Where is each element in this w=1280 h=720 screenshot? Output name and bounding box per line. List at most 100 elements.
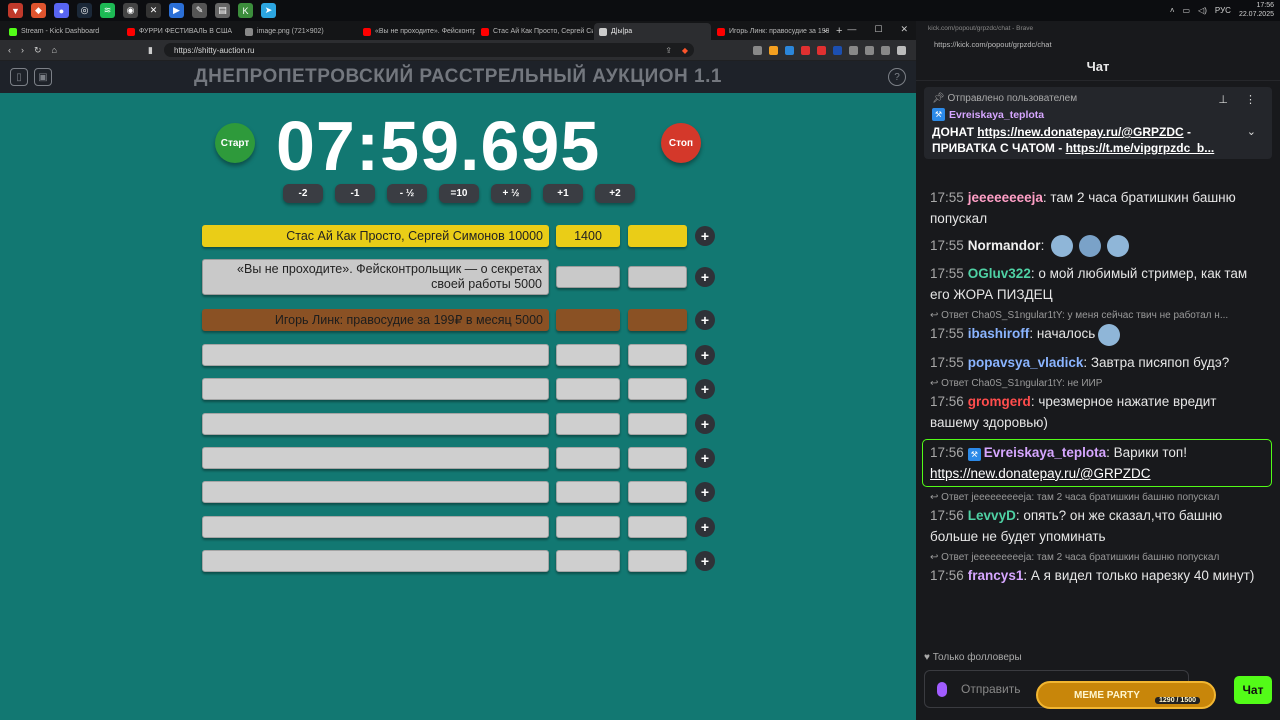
maximize-icon[interactable]: ☐ bbox=[874, 24, 882, 35]
lot-name-field[interactable]: Стас Ай Как Просто, Сергей Симонов 10000 bbox=[202, 225, 549, 247]
lot-amount-field[interactable] bbox=[556, 481, 620, 503]
back-icon[interactable]: ‹ bbox=[8, 45, 11, 55]
help-icon[interactable]: ? bbox=[888, 68, 906, 86]
profile-icon[interactable] bbox=[897, 45, 906, 55]
add-amount-button[interactable]: + bbox=[695, 310, 715, 330]
lot-amount-field[interactable]: 1400 bbox=[556, 225, 620, 247]
message-username[interactable]: francys1 bbox=[968, 568, 1024, 583]
lot-name-field[interactable] bbox=[202, 378, 549, 400]
time-step-button[interactable]: +2 bbox=[595, 184, 635, 203]
lot-name-field[interactable] bbox=[202, 447, 549, 469]
start-button[interactable]: Старт bbox=[215, 123, 255, 163]
brave-shield-icon[interactable]: ◆ bbox=[682, 46, 688, 55]
extension-icon[interactable] bbox=[753, 45, 762, 55]
extension-icon[interactable] bbox=[817, 45, 826, 55]
lot-name-field[interactable]: «Вы не проходите». Фейсконтрольщик — о с… bbox=[202, 259, 549, 295]
volume-icon[interactable]: ◁) bbox=[1198, 6, 1207, 15]
extension-icon[interactable] bbox=[849, 45, 858, 55]
home-icon[interactable]: ⌂ bbox=[52, 45, 57, 55]
extension-icon[interactable] bbox=[785, 45, 794, 55]
reply-context[interactable]: ↩ Ответ Cha0S_S1ngular1tY: не ИИР bbox=[916, 377, 1280, 391]
browser-tab[interactable]: Игорь Линк: правосудие за 199Р bbox=[712, 23, 829, 40]
unpin-icon[interactable]: ⊥ bbox=[1218, 93, 1228, 106]
lot-extra-field[interactable] bbox=[628, 481, 687, 503]
add-amount-button[interactable]: + bbox=[695, 267, 715, 287]
start-icon[interactable]: ▼ bbox=[8, 3, 23, 18]
network-icon[interactable]: ▭ bbox=[1183, 6, 1191, 15]
lot-extra-field[interactable] bbox=[628, 378, 687, 400]
lot-extra-field[interactable] bbox=[628, 309, 687, 331]
lot-amount-field[interactable] bbox=[556, 550, 620, 572]
message-username[interactable]: jeeeeeeeeja bbox=[968, 190, 1043, 205]
lot-name-field[interactable] bbox=[202, 516, 549, 538]
add-amount-button[interactable]: + bbox=[695, 448, 715, 468]
message-username[interactable]: Normandor bbox=[968, 238, 1041, 253]
lot-name-field[interactable] bbox=[202, 481, 549, 503]
time-step-button[interactable]: +1 bbox=[543, 184, 583, 203]
lot-extra-field[interactable] bbox=[628, 413, 687, 435]
app-icon[interactable]: ◉ bbox=[123, 3, 138, 18]
forward-icon[interactable]: › bbox=[21, 45, 24, 55]
message-username[interactable]: popavsya_vladick bbox=[968, 355, 1084, 370]
kick-app-icon[interactable]: K bbox=[238, 3, 253, 18]
message-username[interactable]: OGluv322 bbox=[968, 266, 1031, 281]
lot-name-field[interactable] bbox=[202, 413, 549, 435]
expand-icon[interactable]: ⌄ bbox=[1247, 125, 1256, 138]
extension-icon[interactable] bbox=[801, 45, 810, 55]
message-username[interactable]: Evreiskaya_teplota bbox=[984, 445, 1106, 460]
lot-extra-field[interactable] bbox=[628, 516, 687, 538]
extension-icon[interactable] bbox=[769, 45, 778, 55]
lot-amount-field[interactable] bbox=[556, 447, 620, 469]
pinned-user[interactable]: ⚒ Evreiskaya_teplota bbox=[932, 108, 1264, 121]
message-username[interactable]: ibashiroff bbox=[968, 326, 1030, 341]
message-username[interactable]: LevvyD bbox=[968, 508, 1016, 523]
lot-extra-field[interactable] bbox=[628, 225, 687, 247]
lot-amount-field[interactable] bbox=[556, 413, 620, 435]
discord-icon[interactable]: ● bbox=[54, 3, 69, 18]
save-icon[interactable]: ▣ bbox=[34, 68, 52, 86]
reply-context[interactable]: ↩ Ответ Cha0S_S1ngular1tY: у меня сейчас… bbox=[916, 309, 1280, 323]
keyboard-language[interactable]: РУС bbox=[1215, 6, 1231, 15]
time-step-button[interactable]: -1 bbox=[335, 184, 375, 203]
time-step-button[interactable]: - ½ bbox=[387, 184, 427, 203]
browser-tab[interactable]: Stream - Kick Dashboard bbox=[4, 23, 121, 40]
lot-name-field[interactable]: Игорь Линк: правосудие за 199₽ в месяц 5… bbox=[202, 309, 549, 331]
add-amount-button[interactable]: + bbox=[695, 517, 715, 537]
chat-url[interactable]: https://kick.com/popout/grpzdc/chat bbox=[916, 35, 1280, 53]
lot-extra-field[interactable] bbox=[628, 447, 687, 469]
minimize-icon[interactable]: — bbox=[847, 24, 856, 35]
add-amount-button[interactable]: + bbox=[695, 551, 715, 571]
time-step-button[interactable]: =10 bbox=[439, 184, 479, 203]
more-options-icon[interactable]: ⋮ bbox=[1245, 93, 1256, 106]
brave-icon[interactable]: ◆ bbox=[31, 3, 46, 18]
panel-toggle-icon[interactable]: ▯ bbox=[10, 68, 28, 86]
lot-extra-field[interactable] bbox=[628, 266, 687, 288]
add-amount-button[interactable]: + bbox=[695, 345, 715, 365]
extension-icon[interactable] bbox=[833, 45, 842, 55]
spotify-icon[interactable]: ≋ bbox=[100, 3, 115, 18]
add-amount-button[interactable]: + bbox=[695, 226, 715, 246]
share-icon[interactable]: ⇪ bbox=[665, 46, 672, 55]
telegram-icon[interactable]: ➤ bbox=[261, 3, 276, 18]
reload-icon[interactable]: ↻ bbox=[34, 45, 42, 56]
add-amount-button[interactable]: + bbox=[695, 414, 715, 434]
browser-tab[interactable]: Стас Ай Как Просто, Сергей Сим bbox=[476, 23, 593, 40]
microphone-icon[interactable] bbox=[937, 681, 947, 697]
send-chat-button[interactable]: Чат bbox=[1234, 676, 1272, 704]
lot-name-field[interactable] bbox=[202, 344, 549, 366]
browser-tab[interactable]: «Вы не проходите». Фейсконтр bbox=[358, 23, 475, 40]
pinned-link-telegram[interactable]: https://t.me/vipgrpzdc_b... bbox=[1066, 141, 1215, 155]
lot-amount-field[interactable] bbox=[556, 344, 620, 366]
time-step-button[interactable]: + ½ bbox=[491, 184, 531, 203]
add-amount-button[interactable]: + bbox=[695, 379, 715, 399]
lot-extra-field[interactable] bbox=[628, 550, 687, 572]
close-icon[interactable]: ✕ bbox=[900, 24, 908, 35]
extension-icon[interactable] bbox=[865, 45, 874, 55]
obs-icon[interactable]: ✕ bbox=[146, 3, 161, 18]
player-icon[interactable]: ▶ bbox=[169, 3, 184, 18]
bookmark-icon[interactable]: ▮ bbox=[148, 45, 153, 56]
extension-icon[interactable] bbox=[881, 45, 890, 55]
browser-tab[interactable]: Д|ы|ра bbox=[594, 23, 711, 40]
stop-button[interactable]: Стоп bbox=[661, 123, 701, 163]
chevron-up-icon[interactable]: ˄ bbox=[1170, 6, 1175, 15]
